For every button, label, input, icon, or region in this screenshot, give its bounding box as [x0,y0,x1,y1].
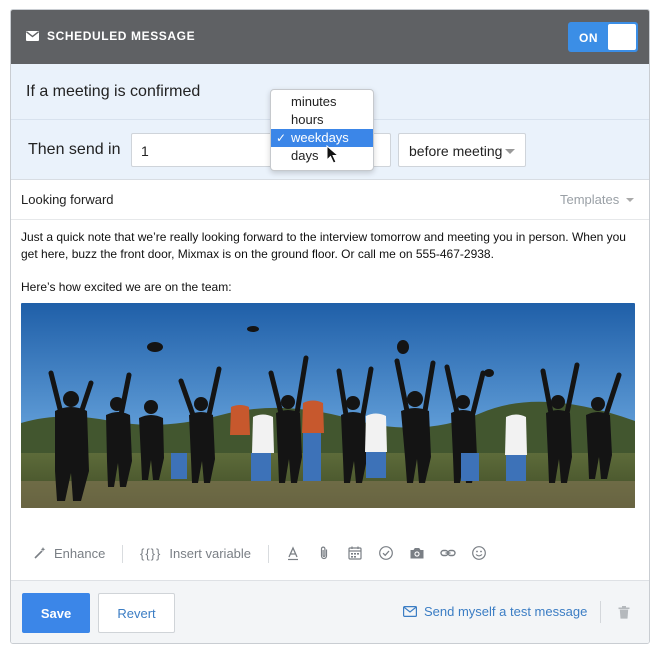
chevron-down-icon [626,198,634,202]
check-circle-icon[interactable] [378,545,394,561]
envelope-icon [403,606,417,617]
send-test-message-link[interactable]: Send myself a test message [403,604,587,619]
link-icon[interactable] [440,545,456,561]
on-off-toggle[interactable]: ON [568,22,638,52]
toggle-label: ON [579,31,598,45]
condition-text: If a meeting is confirmed [26,83,201,100]
panel-header: SCHEDULED MESSAGE ON [11,10,649,64]
calendar-icon[interactable] [347,545,363,561]
paperclip-icon[interactable] [316,545,332,561]
templates-dropdown[interactable]: Templates [560,192,619,207]
envelope-icon [26,31,39,41]
revert-button[interactable]: Revert [98,593,175,633]
magic-wand-icon [34,547,46,559]
timing-select-value: before meeting [409,143,503,159]
chevron-down-icon [505,149,515,154]
insert-variable-button[interactable]: {{}} Insert variable [140,538,251,568]
panel-title: SCHEDULED MESSAGE [47,29,196,43]
smiley-icon[interactable] [471,545,487,561]
toolbar-divider [122,545,123,563]
editor-toolbar: Enhance {{}} Insert variable [11,538,649,568]
trash-icon[interactable] [618,606,630,619]
subject-field[interactable]: Looking forward [21,192,114,207]
message-body[interactable]: Just a quick note that we’re really look… [21,229,636,312]
timing-select[interactable]: before meeting [398,133,526,167]
enhance-button[interactable]: Enhance [33,538,105,568]
dropdown-option[interactable]: hours [271,111,373,129]
subject-row: Looking forward Templates [11,180,649,220]
insert-variable-label: Insert variable [169,545,252,561]
dropdown-option[interactable]: days [271,147,373,165]
braces-icon: {{}} [140,545,162,561]
text-format-icon[interactable] [285,545,301,561]
time-unit-dropdown[interactable]: minutes hours ✓ weekdays days [270,89,374,171]
save-button[interactable]: Save [22,593,90,633]
mouse-cursor-icon [326,145,340,164]
body-paragraph: Just a quick note that we’re really look… [21,230,626,261]
footer-divider [600,601,601,623]
enhance-label: Enhance [54,545,106,561]
checkmark-icon: ✓ [276,131,287,145]
send-test-message-label: Send myself a test message [424,604,588,619]
camera-icon[interactable] [409,545,425,561]
dropdown-option-label: weekdays [291,130,349,145]
dropdown-option-selected[interactable]: ✓ weekdays [271,129,373,147]
team-photo [21,303,635,508]
body-paragraph: Here’s how excited we are on the team: [21,279,232,294]
footer-bar: Save Revert Send myself a test message [11,580,649,643]
toggle-knob[interactable] [608,24,636,50]
send-delay-label: Then send in [28,141,121,158]
dropdown-option[interactable]: minutes [271,93,373,111]
toolbar-divider [268,545,269,563]
